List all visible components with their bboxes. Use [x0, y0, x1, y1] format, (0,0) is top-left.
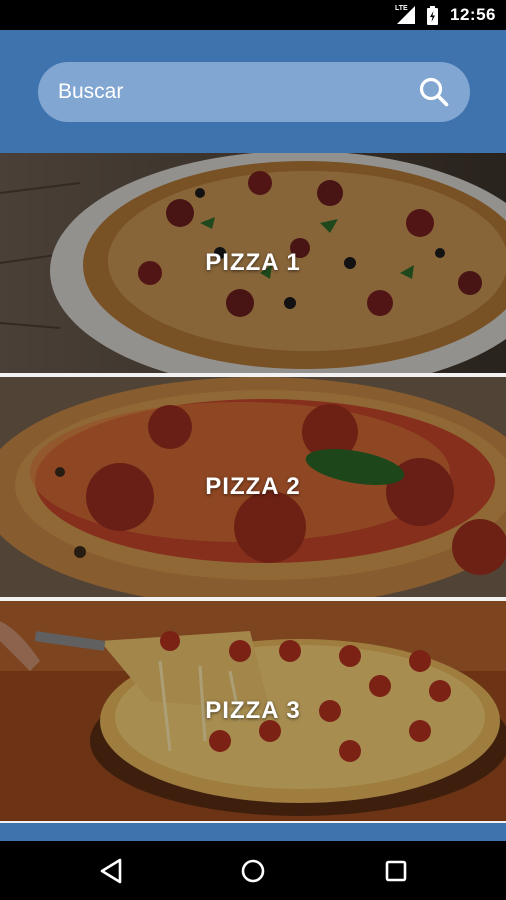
app-header: [0, 30, 506, 153]
home-icon[interactable]: [237, 855, 269, 887]
pizza-title-1: PIZZA 1: [205, 249, 301, 276]
pizza-title-2: PIZZA 2: [205, 473, 301, 500]
network-type-label: LTE: [395, 5, 408, 12]
search-bar: [38, 62, 470, 122]
status-bar: LTE 12:56: [0, 0, 506, 30]
navigation-bar: [0, 841, 506, 900]
back-icon[interactable]: [96, 855, 128, 887]
battery-icon: [427, 5, 439, 25]
pizza-title-3: PIZZA 3: [205, 697, 301, 724]
search-input[interactable]: [38, 62, 408, 122]
status-icons: LTE 12:56: [395, 0, 496, 30]
clock: 12:56: [450, 5, 496, 24]
recents-icon[interactable]: [380, 855, 412, 887]
pizza-card-3[interactable]: PIZZA 3: [0, 601, 506, 821]
pizza-card-1[interactable]: PIZZA 1: [0, 153, 506, 373]
pizza-card-2[interactable]: PIZZA 2: [0, 377, 506, 597]
search-icon[interactable]: [418, 76, 450, 108]
signal-indicator: LTE: [395, 5, 417, 25]
next-card-peek: [0, 823, 506, 841]
